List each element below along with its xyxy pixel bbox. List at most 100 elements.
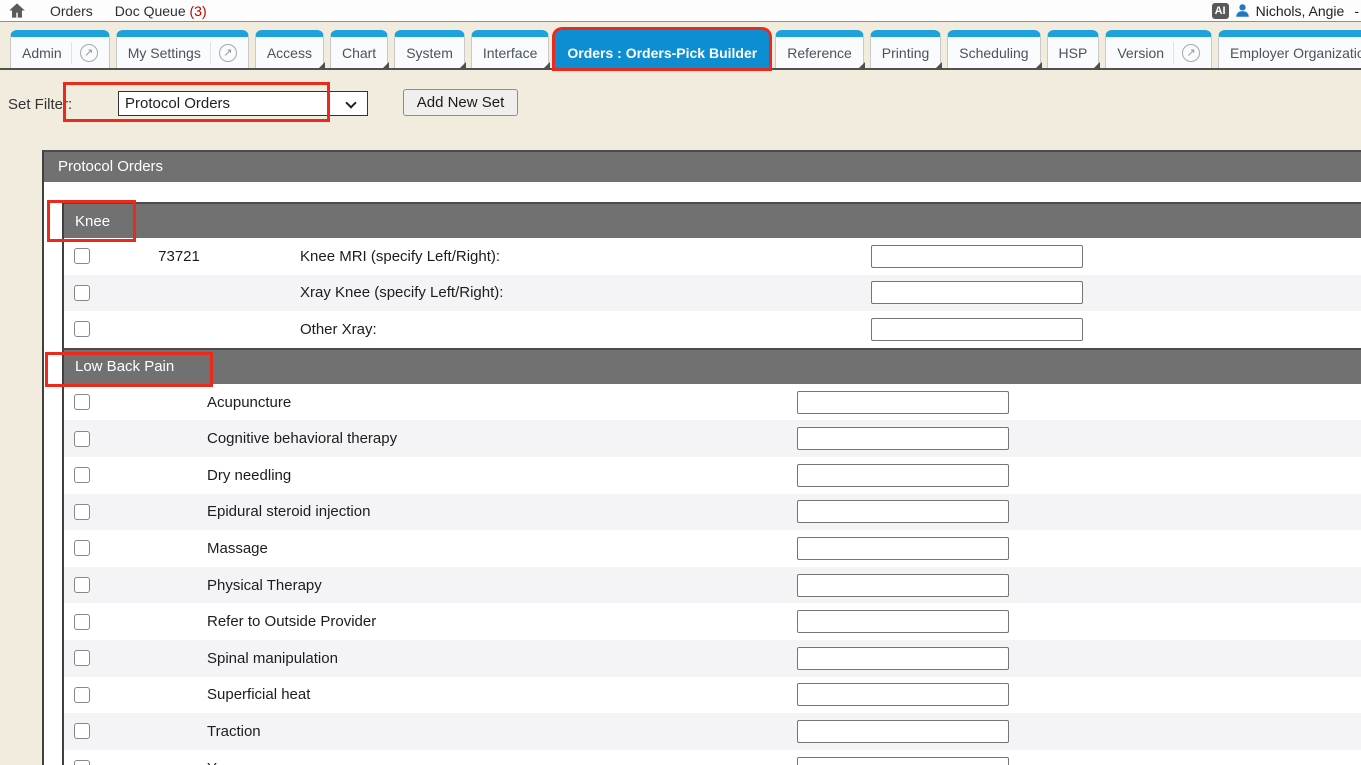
set-filter-label: Set Filter: [8, 96, 72, 113]
order-row-traction: Traction [64, 713, 1361, 750]
order-label: Acupuncture [207, 394, 291, 411]
order-row-acupuncture: Acupuncture [64, 384, 1361, 421]
order-note-input[interactable] [871, 318, 1083, 341]
doc-queue-count: (3) [190, 3, 207, 19]
section-header-label: Low Back Pain [75, 358, 174, 375]
tab-label: Scheduling [959, 45, 1028, 61]
order-checkbox[interactable] [74, 321, 90, 337]
order-label: Other Xray: [300, 321, 377, 338]
order-note-input[interactable] [797, 720, 1009, 743]
order-label: Dry needling [207, 467, 291, 484]
open-in-new-icon[interactable]: ↗ [80, 44, 98, 62]
add-new-set-button[interactable]: Add New Set [403, 89, 518, 116]
order-row-yoga: Yoga [64, 750, 1361, 765]
order-note-input[interactable] [797, 647, 1009, 670]
order-checkbox[interactable] [74, 285, 90, 301]
order-note-input[interactable] [797, 574, 1009, 597]
user-name[interactable]: Nichols, Angie [1256, 3, 1345, 19]
topbar-user-area: AI Nichols, Angie - [1212, 0, 1361, 21]
order-row-dry-needling: Dry needling [64, 457, 1361, 494]
set-filter-select[interactable]: Protocol Orders [118, 91, 368, 116]
tab-label: Access [267, 45, 312, 61]
order-row-massage: Massage [64, 530, 1361, 567]
tab-label: HSP [1059, 45, 1088, 61]
tab-interface[interactable]: Interface [471, 30, 549, 68]
dropdown-corner-icon [381, 62, 389, 70]
order-row-physical-therapy: Physical Therapy [64, 567, 1361, 604]
open-in-new-icon[interactable]: ↗ [1182, 44, 1200, 62]
order-checkbox[interactable] [74, 540, 90, 556]
order-checkbox[interactable] [74, 577, 90, 593]
tab-label: Version [1117, 45, 1164, 61]
order-note-input[interactable] [871, 245, 1083, 268]
tab-version[interactable]: Version ↗ [1105, 30, 1212, 68]
order-note-input[interactable] [797, 537, 1009, 560]
order-row-other-xray: Other Xray: [64, 311, 1361, 348]
tab-label: Admin [22, 45, 62, 61]
menu-doc-queue[interactable]: Doc Queue (3) [115, 3, 207, 19]
order-checkbox[interactable] [74, 504, 90, 520]
order-checkbox[interactable] [74, 614, 90, 630]
order-checkbox[interactable] [74, 248, 90, 264]
tab-system[interactable]: System [394, 30, 465, 68]
open-in-new-icon[interactable]: ↗ [219, 44, 237, 62]
tab-hsp[interactable]: HSP [1047, 30, 1100, 68]
tab-label: Orders : Orders-Pick Builder [567, 45, 757, 61]
tab-my-settings[interactable]: My Settings↗ [116, 30, 249, 68]
order-row-knee-mri-specify-left-right: 73721 Knee MRI (specify Left/Right): [64, 238, 1361, 275]
dropdown-corner-icon [857, 62, 865, 70]
order-row-cognitive-behavioral-therapy: Cognitive behavioral therapy [64, 420, 1361, 457]
tab-bar: Admin↗My Settings↗AccessChartSystemInter… [0, 22, 1361, 70]
order-note-input[interactable] [797, 757, 1009, 765]
section-knee: Knee 73721 Knee MRI (specify Left/Right): X… [64, 202, 1361, 348]
tab-reference[interactable]: Reference [775, 30, 864, 68]
tab-access[interactable]: Access [255, 30, 324, 68]
user-icon [1235, 3, 1250, 18]
topbar: Orders Doc Queue (3) AI Nichols, Angie - [0, 0, 1361, 22]
tab-divider [210, 42, 211, 64]
order-code: 73721 [119, 248, 239, 265]
home-icon[interactable] [8, 2, 28, 20]
dropdown-corner-icon [934, 62, 942, 70]
order-note-input[interactable] [797, 683, 1009, 706]
order-note-input[interactable] [871, 281, 1083, 304]
tab-label: Employer Organizations [1230, 45, 1361, 61]
order-checkbox[interactable] [74, 760, 90, 765]
order-label: Knee MRI (specify Left/Right): [300, 248, 500, 265]
menu-orders[interactable]: Orders [50, 3, 93, 19]
order-note-input[interactable] [797, 500, 1009, 523]
chevron-down-icon [345, 97, 356, 108]
tab-employer-organizations[interactable]: Employer Organizations↗ [1218, 30, 1361, 68]
tab-label: Chart [342, 45, 376, 61]
order-row-refer-to-outside-provider: Refer to Outside Provider [64, 603, 1361, 640]
order-checkbox[interactable] [74, 394, 90, 410]
order-label: Yoga [207, 760, 241, 765]
order-note-input[interactable] [797, 610, 1009, 633]
order-note-input[interactable] [797, 391, 1009, 414]
filter-bar: Set Filter: Protocol Orders Add New Set [0, 71, 1361, 150]
dropdown-corner-icon [458, 62, 466, 70]
order-checkbox[interactable] [74, 431, 90, 447]
tab-orders-orders-pick-builder[interactable]: Orders : Orders-Pick Builder [555, 30, 769, 68]
order-label: Traction [207, 723, 261, 740]
order-label: Xray Knee (specify Left/Right): [300, 284, 503, 301]
order-checkbox[interactable] [74, 467, 90, 483]
order-note-input[interactable] [797, 427, 1009, 450]
section-low-back-pain: Low Back Pain Acupuncture Cognitive behavi… [64, 348, 1361, 765]
order-label: Epidural steroid injection [207, 503, 370, 520]
dropdown-corner-icon [542, 62, 550, 70]
tab-chart[interactable]: Chart [330, 30, 388, 68]
tab-printing[interactable]: Printing [870, 30, 941, 68]
section-header-knee: Knee [64, 202, 1361, 238]
order-checkbox[interactable] [74, 723, 90, 739]
tab-label: Printing [882, 45, 929, 61]
tab-divider [1173, 42, 1174, 64]
order-row-superficial-heat: Superficial heat [64, 677, 1361, 714]
tab-label: Reference [787, 45, 852, 61]
order-checkbox[interactable] [74, 687, 90, 703]
tab-scheduling[interactable]: Scheduling [947, 30, 1040, 68]
tab-admin[interactable]: Admin ↗ [10, 30, 110, 68]
order-row-epidural-steroid-injection: Epidural steroid injection [64, 494, 1361, 531]
order-checkbox[interactable] [74, 650, 90, 666]
order-note-input[interactable] [797, 464, 1009, 487]
